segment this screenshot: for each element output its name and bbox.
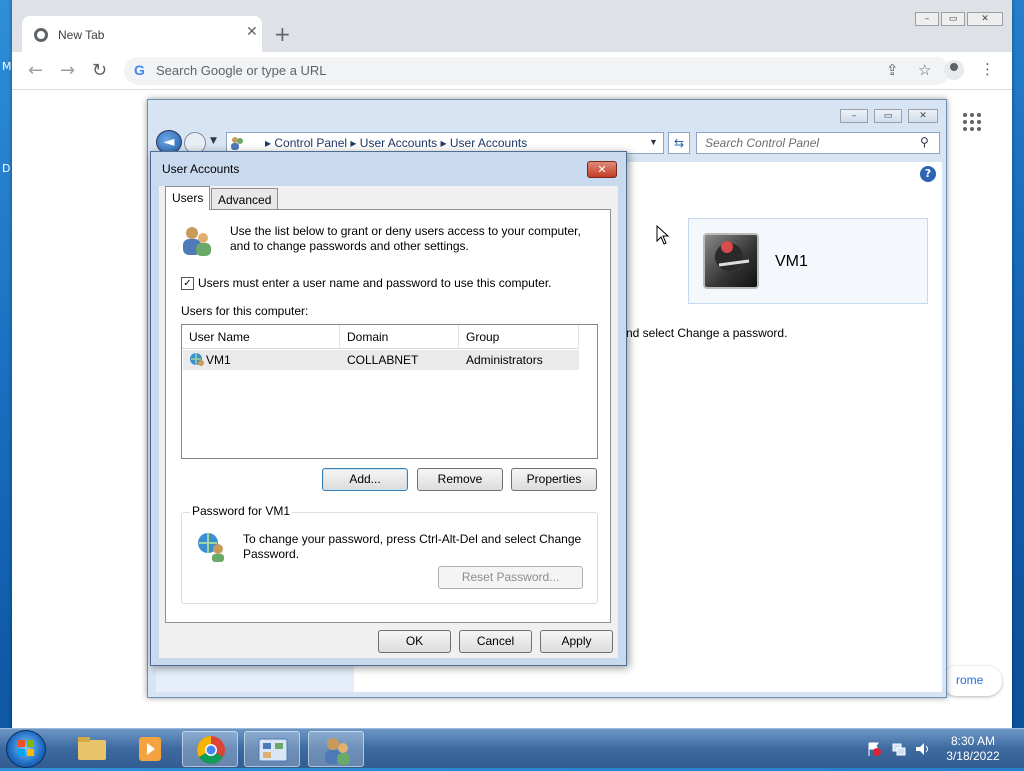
browser-toolbar: ← → ↻ G Search Google or type a URL ⇪ ☆ … [12, 52, 1012, 90]
row-user-name: VM1 [206, 353, 231, 367]
cancel-button[interactable]: Cancel [459, 630, 532, 653]
user-account-card[interactable]: VM1 [688, 218, 928, 304]
network-icon[interactable] [891, 741, 907, 757]
refresh-icon[interactable]: ⇆ [668, 132, 690, 154]
browser-tab-strip: New Tab ✕ + – ▭ ✕ [12, 0, 1012, 52]
user-accounts-dialog: User Accounts ✕ Users Advanced Use the l… [150, 151, 627, 666]
password-text-line-2: Password. [243, 547, 300, 561]
close-window-button[interactable]: ✕ [967, 12, 1003, 26]
users-list-header: User Name Domain Group [182, 325, 579, 349]
taskbar-explorer[interactable] [64, 731, 120, 767]
taskbar-control-panel[interactable] [244, 731, 300, 767]
cp-minimize-button[interactable]: – [840, 109, 868, 123]
breadcrumb-sep: ▸ [440, 136, 450, 150]
desktop-icon-label: D [2, 162, 11, 175]
properties-button[interactable]: Properties [511, 468, 597, 491]
forward-icon[interactable]: → [60, 60, 75, 81]
user-picture-icon [703, 233, 759, 289]
share-icon[interactable]: ⇪ [886, 61, 899, 79]
cp-maximize-button[interactable]: ▭ [874, 109, 902, 123]
password-group-title: Password for VM1 [190, 504, 293, 518]
action-center-flag-icon[interactable] [866, 741, 882, 757]
password-hint-text: nd select Change a password. [626, 326, 788, 340]
breadcrumb-sep: ▸ [350, 136, 360, 150]
users-list-caption: Users for this computer: [181, 304, 309, 318]
address-dropdown-icon[interactable]: ▼ [649, 137, 658, 147]
user-account-name: VM1 [775, 253, 808, 270]
dialog-title: User Accounts [162, 162, 240, 176]
password-groupbox: Password for VM1 To change your password… [181, 504, 598, 604]
tab-users[interactable]: Users [165, 186, 211, 210]
add-button[interactable]: Add... [322, 468, 408, 491]
clock-time: 8:30 AM [950, 734, 996, 748]
table-row[interactable]: VM1 COLLABNET Administrators [183, 350, 579, 370]
reload-icon[interactable]: ↻ [92, 60, 107, 81]
dialog-close-button[interactable]: ✕ [587, 161, 617, 178]
require-password-checkbox[interactable]: ✓ [181, 277, 194, 290]
users-list[interactable]: User Name Domain Group VM1 COLLABNET Adm… [181, 324, 598, 459]
column-header-group[interactable]: Group [459, 325, 579, 349]
breadcrumb-control-panel[interactable]: Control Panel [274, 136, 347, 150]
row-domain: COLLABNET [347, 353, 419, 367]
breadcrumb-sep: ▸ [265, 136, 275, 150]
column-header-user-name[interactable]: User Name [182, 325, 340, 349]
profile-icon [950, 63, 958, 71]
bookmark-star-icon[interactable]: ☆ [918, 61, 931, 79]
users-tab-panel: Use the list below to grant or deny user… [165, 209, 611, 623]
taskbar-chrome[interactable] [182, 731, 238, 767]
column-header-domain[interactable]: Domain [340, 325, 459, 349]
browser-tab[interactable]: New Tab ✕ [22, 16, 262, 52]
omnibox[interactable]: G Search Google or type a URL ⇪ ☆ [124, 57, 950, 85]
intro-line-2: and to change passwords and other settin… [230, 239, 469, 253]
back-icon[interactable]: ← [28, 60, 43, 81]
tab-title: New Tab [58, 28, 105, 42]
remove-button[interactable]: Remove [417, 468, 503, 491]
dialog-body: Users Advanced Use the list below to gra… [159, 186, 618, 658]
taskbar: 8:30 AM 3/18/2022 [0, 728, 1024, 768]
apply-button[interactable]: Apply [540, 630, 613, 653]
ok-button[interactable]: OK [378, 630, 451, 653]
chrome-icon [34, 28, 48, 42]
cp-search-input[interactable]: Search Control Panel [696, 132, 940, 154]
history-dropdown-icon[interactable]: ▼ [210, 136, 217, 146]
taskbar-media-player[interactable] [123, 731, 179, 767]
taskbar-clock[interactable]: 8:30 AM 3/18/2022 [932, 734, 1014, 764]
require-password-label: Users must enter a user name and passwor… [198, 276, 552, 290]
minimize-button[interactable]: – [915, 12, 939, 26]
row-group: Administrators [466, 353, 543, 367]
mouse-cursor-icon [656, 224, 670, 248]
new-tab-button[interactable]: + [274, 22, 291, 46]
user-globe-icon [189, 352, 205, 368]
tab-close-icon[interactable]: ✕ [246, 24, 258, 40]
omnibox-placeholder: Search Google or type a URL [156, 63, 327, 78]
start-button[interactable] [6, 730, 46, 768]
apps-grid-icon[interactable] [962, 112, 982, 137]
google-icon: G [134, 62, 145, 78]
clock-date: 3/18/2022 [946, 749, 1000, 763]
cp-close-button[interactable]: ✕ [908, 109, 938, 123]
user-key-icon [196, 531, 228, 563]
profile-avatar[interactable] [944, 60, 964, 80]
users-small-icon [229, 135, 245, 151]
taskbar-user-accounts[interactable] [308, 731, 364, 767]
users-icon [180, 224, 214, 258]
breadcrumb-user-accounts-2[interactable]: User Accounts [450, 136, 527, 150]
customize-chrome-button[interactable]: rome [942, 666, 1002, 696]
password-text-line-1: To change your password, press Ctrl-Alt-… [243, 532, 582, 546]
chrome-menu-icon[interactable]: ⋮ [980, 60, 995, 78]
desktop-icon-label: M [2, 60, 12, 73]
volume-icon[interactable] [914, 741, 930, 757]
tab-advanced[interactable]: Advanced [211, 188, 279, 210]
help-icon[interactable]: ? [920, 166, 936, 182]
reset-password-button[interactable]: Reset Password... [438, 566, 583, 589]
maximize-button[interactable]: ▭ [941, 12, 965, 26]
search-icon[interactable]: ⚲ [920, 135, 929, 149]
intro-line-1: Use the list below to grant or deny user… [230, 224, 581, 238]
breadcrumb-user-accounts[interactable]: User Accounts [360, 136, 437, 150]
